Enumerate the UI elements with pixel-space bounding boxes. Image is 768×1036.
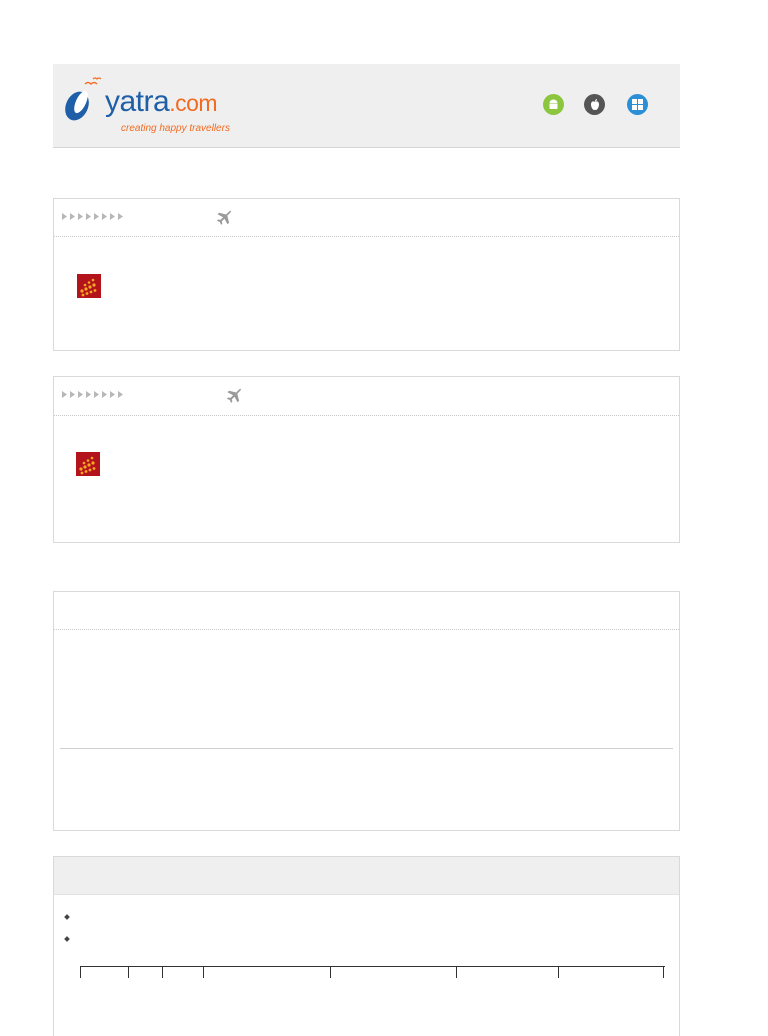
flight-card-header	[54, 377, 679, 416]
android-icon[interactable]	[543, 94, 564, 115]
yatra-logo-mark-icon	[65, 77, 102, 121]
route-arrows-icon	[62, 391, 123, 398]
table-column-border	[663, 966, 664, 978]
apple-icon[interactable]	[584, 94, 605, 115]
flight-card	[53, 376, 680, 543]
list-bullet	[64, 914, 70, 920]
yatra-logo[interactable]: yatra.com creating happy travellers	[59, 76, 249, 136]
info-card	[53, 856, 680, 1036]
table-column-border	[456, 966, 457, 978]
fare-summary-card	[53, 591, 680, 831]
windows-icon[interactable]	[627, 94, 648, 115]
info-card-header	[54, 857, 679, 895]
table-top-border	[80, 966, 665, 967]
table-column-border	[558, 966, 559, 978]
table-column-border	[80, 966, 81, 978]
logo-tagline: creating happy travellers	[121, 123, 230, 134]
table-column-border	[330, 966, 331, 978]
info-table	[80, 966, 665, 986]
fare-summary-header	[54, 592, 679, 630]
logo-domain: .com	[169, 90, 218, 116]
table-column-border	[128, 966, 129, 978]
flight-card	[53, 198, 680, 351]
airline-logo	[77, 274, 101, 298]
list-bullet	[64, 936, 70, 942]
plane-icon	[226, 388, 242, 403]
section-divider	[60, 748, 673, 749]
flight-card-header	[54, 199, 679, 237]
logo-wordmark: yatra.com	[105, 85, 218, 119]
plane-icon	[216, 210, 232, 225]
site-header: yatra.com creating happy travellers	[53, 64, 680, 148]
table-column-border	[203, 966, 204, 978]
table-column-border	[162, 966, 163, 978]
logo-word: yatra	[105, 85, 170, 118]
airline-logo-icon	[79, 456, 96, 475]
airline-logo	[76, 452, 100, 476]
airline-logo-icon	[80, 278, 97, 297]
route-arrows-icon	[62, 213, 123, 220]
